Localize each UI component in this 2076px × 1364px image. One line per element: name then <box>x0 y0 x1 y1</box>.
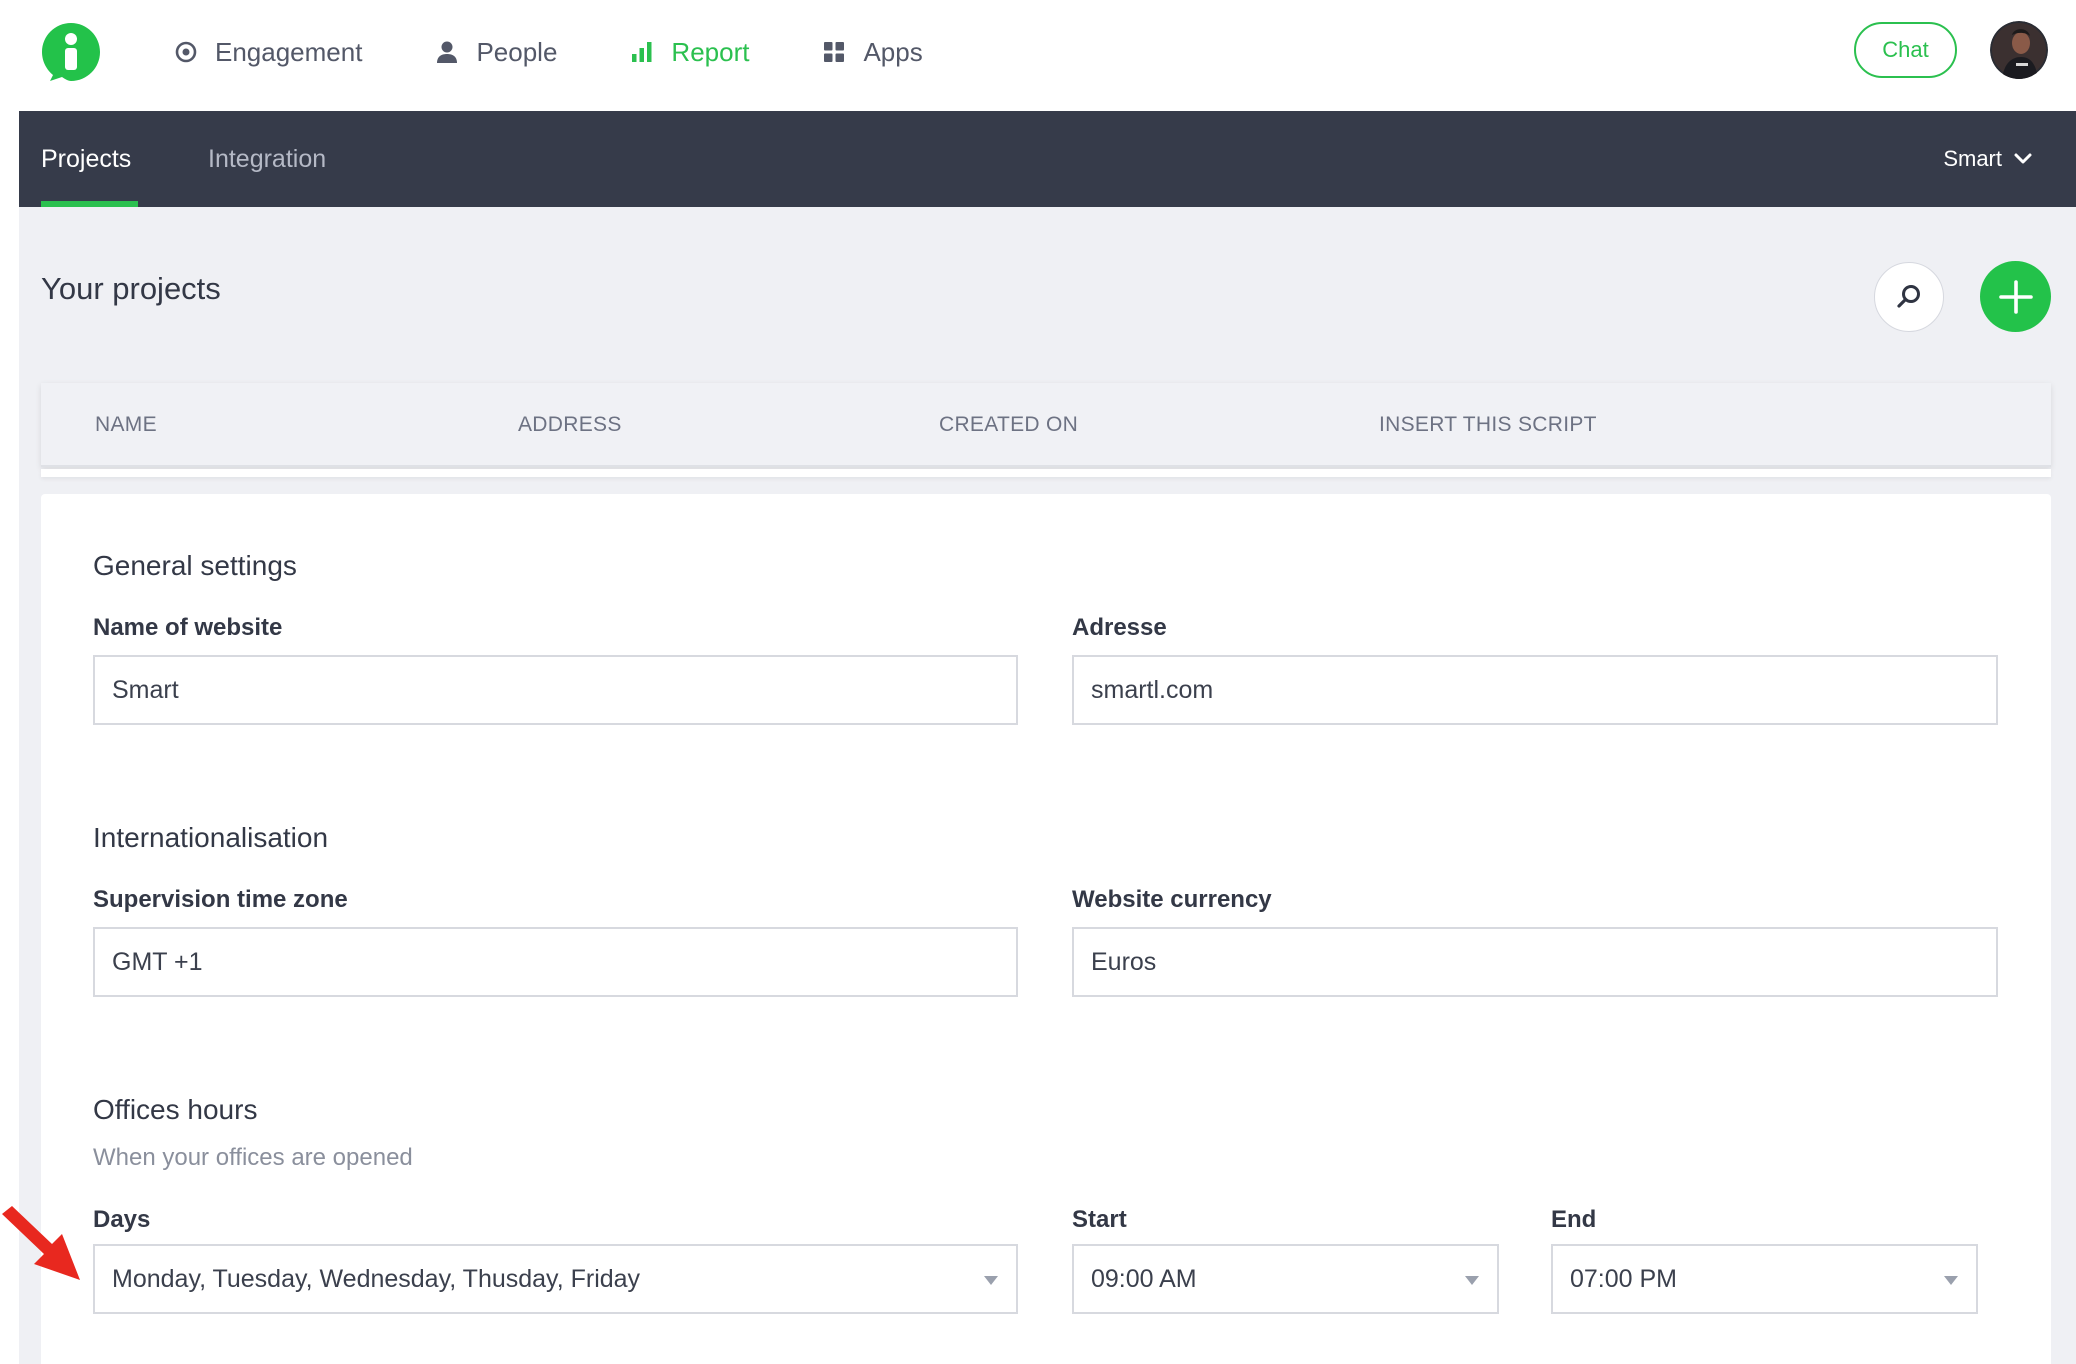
grid-icon <box>824 42 845 62</box>
start-time-value: 09:00 AM <box>1091 1264 1197 1293</box>
plus-icon <box>1998 279 2033 314</box>
dropdown-caret-icon <box>1944 1276 1958 1285</box>
tab-projects[interactable]: Projects <box>41 111 131 207</box>
nav-people[interactable]: People <box>434 37 557 68</box>
main-nav: Engagement People Report Apps <box>173 0 995 104</box>
project-settings-card: General settings Name of website Smart A… <box>41 494 2051 1364</box>
bar-chart-icon <box>632 42 652 62</box>
app-logo-icon[interactable] <box>40 21 102 83</box>
workspace-selector[interactable]: Smart <box>1943 111 2034 207</box>
column-header-insert-script[interactable]: INSERT THIS SCRIPT <box>1379 383 1597 467</box>
column-header-address[interactable]: ADDRESS <box>518 383 622 467</box>
dropdown-caret-icon <box>1465 1276 1479 1285</box>
page-title: Your projects <box>41 271 221 306</box>
nav-report[interactable]: Report <box>629 37 749 68</box>
column-header-name[interactable]: NAME <box>95 383 157 467</box>
days-label: Days <box>93 1206 151 1233</box>
address-input[interactable]: smartl.com <box>1072 655 1998 725</box>
timezone-label: Supervision time zone <box>93 886 348 913</box>
annotation-arrow-icon <box>2 1206 80 1280</box>
nav-apps[interactable]: Apps <box>821 36 923 68</box>
office-hours-title: Offices hours <box>93 1094 258 1125</box>
nav-engagement[interactable]: Engagement <box>173 37 362 68</box>
website-name-input[interactable]: Smart <box>93 655 1018 725</box>
end-time-select[interactable]: 07:00 PM <box>1551 1244 1978 1314</box>
address-label: Adresse <box>1072 614 1167 641</box>
nav-engagement-label: Engagement <box>215 36 363 67</box>
person-icon <box>437 41 458 63</box>
currency-label: Website currency <box>1072 886 1272 913</box>
add-project-button[interactable] <box>1980 261 2051 332</box>
general-settings-title: General settings <box>93 550 297 581</box>
nav-report-label: Report <box>671 36 750 67</box>
end-label: End <box>1551 1206 1597 1233</box>
nav-people-label: People <box>476 36 558 67</box>
website-name-label: Name of website <box>93 614 283 641</box>
currency-input[interactable]: Euros <box>1072 927 1998 997</box>
days-select[interactable]: Monday, Tuesday, Wednesday, Thusday, Fri… <box>93 1244 1018 1314</box>
target-icon <box>175 41 197 63</box>
table-body-edge <box>41 469 2051 477</box>
start-label: Start <box>1072 1206 1127 1233</box>
chat-button[interactable]: Chat <box>1854 22 1957 78</box>
project-subnav: Projects Integration Smart <box>19 111 2076 207</box>
office-hours-subtitle: When your offices are opened <box>93 1144 413 1171</box>
days-select-value: Monday, Tuesday, Wednesday, Thusday, Fri… <box>112 1264 641 1293</box>
start-time-select[interactable]: 09:00 AM <box>1072 1244 1499 1314</box>
top-navigation-bar: Engagement People Report Apps Chat <box>0 0 2076 111</box>
user-avatar[interactable] <box>1990 21 2048 79</box>
main-content: Your projects NAME ADDRESS CREATED ON IN… <box>19 207 2076 1364</box>
chevron-down-icon <box>2014 153 2032 164</box>
internationalisation-title: Internationalisation <box>93 822 329 853</box>
timezone-input[interactable]: GMT +1 <box>93 927 1018 997</box>
end-time-value: 07:00 PM <box>1570 1264 1678 1293</box>
workspace-name: Smart <box>1943 146 2002 171</box>
dropdown-caret-icon <box>984 1276 998 1285</box>
tab-integration[interactable]: Integration <box>208 111 326 207</box>
column-header-created-on[interactable]: CREATED ON <box>939 383 1078 467</box>
search-button[interactable] <box>1874 262 1944 332</box>
search-icon <box>1897 285 1920 308</box>
projects-table-header: NAME ADDRESS CREATED ON INSERT THIS SCRI… <box>41 383 2051 467</box>
nav-apps-label: Apps <box>863 36 923 67</box>
